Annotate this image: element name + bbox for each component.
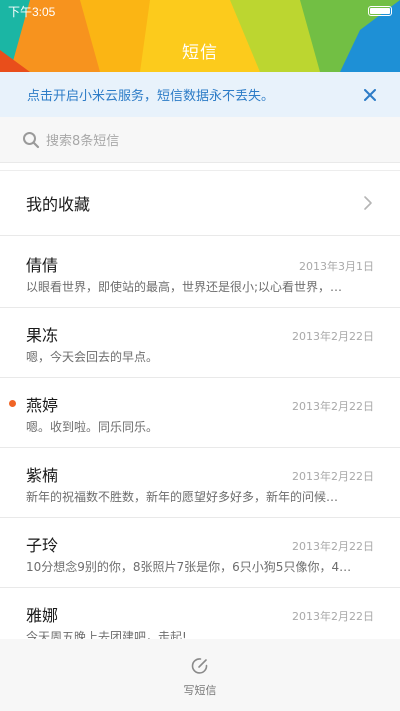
message-preview: 10分想念9别的你，8张照片7张是你，6只小狗5只像你，4… bbox=[26, 560, 352, 574]
message-preview: 嗯，今天会回去的早点。 bbox=[26, 350, 159, 364]
message-preview: 新年的祝福数不胜数，新年的愿望好多好多，新年的问候… bbox=[26, 490, 339, 504]
search-bar: 搜索8条短信 bbox=[0, 117, 400, 163]
conversation-list: 倩倩 2013年3月1日 以眼看世界，即使站的最高，世界还是很小;以心看世界，…… bbox=[0, 238, 400, 658]
close-icon[interactable] bbox=[360, 85, 380, 105]
compose-button-label[interactable]: 写短信 bbox=[184, 682, 217, 698]
status-bar: 下午3:05 bbox=[0, 0, 400, 22]
message-preview: 以眼看世界，即使站的最高，世界还是很小;以心看世界，… bbox=[26, 280, 343, 294]
chevron-right-icon bbox=[362, 195, 374, 211]
conversation-row[interactable]: 燕婷 2013年2月22日 嗯。收到啦。同乐同乐。 bbox=[0, 378, 400, 448]
message-date: 2013年2月22日 bbox=[292, 540, 374, 553]
message-date: 2013年2月22日 bbox=[292, 610, 374, 623]
compose-icon[interactable] bbox=[190, 656, 210, 676]
message-date: 2013年2月22日 bbox=[292, 330, 374, 343]
message-date: 2013年2月22日 bbox=[292, 400, 374, 413]
compose-bar: 写短信 bbox=[0, 639, 400, 711]
conversation-row[interactable]: 紫楠 2013年2月22日 新年的祝福数不胜数，新年的愿望好多好多，新年的问候… bbox=[0, 448, 400, 518]
conversation-row[interactable]: 倩倩 2013年3月1日 以眼看世界，即使站的最高，世界还是很小;以心看世界，… bbox=[0, 238, 400, 308]
message-date: 2013年2月22日 bbox=[292, 470, 374, 483]
search-icon bbox=[22, 131, 40, 149]
cloud-service-banner-text[interactable]: 点击开启小米云服务，短信数据永不丢失。 bbox=[27, 85, 360, 104]
favorites-label: 我的收藏 bbox=[26, 195, 91, 214]
search-placeholder: 搜索8条短信 bbox=[46, 134, 120, 149]
message-preview: 嗯。收到啦。同乐同乐。 bbox=[26, 420, 159, 434]
conversation-row[interactable]: 子玲 2013年2月22日 10分想念9别的你，8张照片7张是你，6只小狗5只像… bbox=[0, 518, 400, 588]
app-header: 下午3:05 短信 bbox=[0, 0, 400, 72]
search-input[interactable]: 搜索8条短信 bbox=[22, 125, 378, 155]
message-date: 2013年3月1日 bbox=[299, 260, 374, 273]
unread-indicator bbox=[9, 400, 16, 407]
page-title: 短信 bbox=[182, 43, 218, 63]
cloud-service-banner[interactable]: 点击开启小米云服务，短信数据永不丢失。 bbox=[0, 72, 400, 117]
conversation-row[interactable]: 果冻 2013年2月22日 嗯，今天会回去的早点。 bbox=[0, 308, 400, 378]
favorites-entry[interactable]: 我的收藏 bbox=[0, 170, 400, 236]
battery-icon bbox=[368, 6, 392, 16]
status-time: 下午3:05 bbox=[8, 4, 56, 19]
